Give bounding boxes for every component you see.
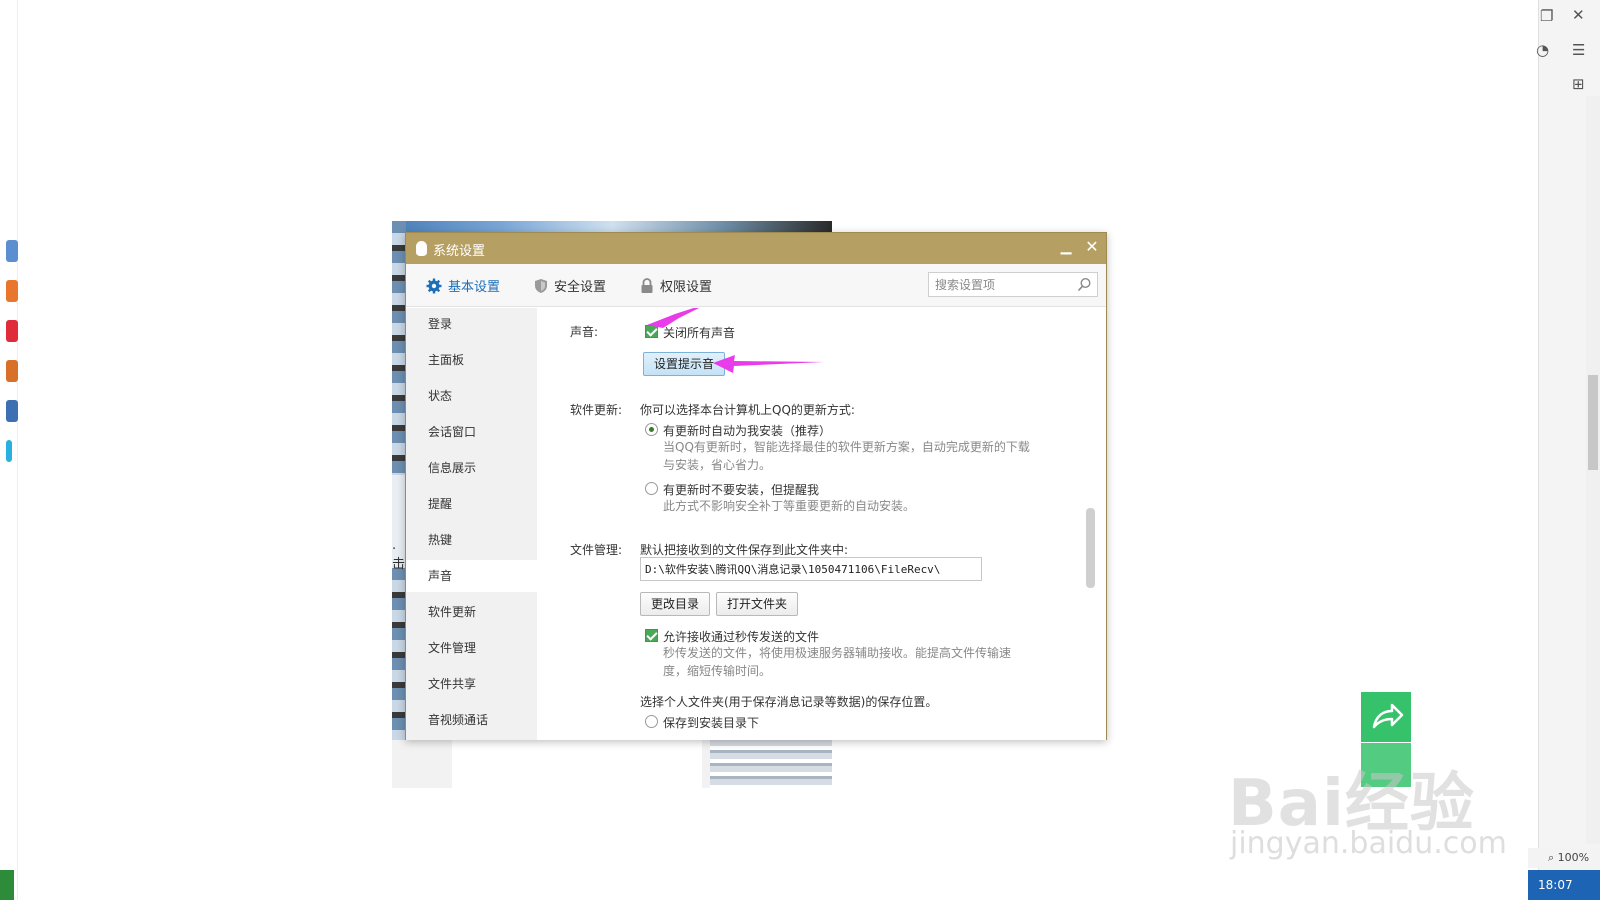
sidebar-item-av-call[interactable]: 音视频通话 [406, 704, 537, 736]
gear-icon [426, 278, 442, 293]
sound-section-label: 声音: [570, 325, 599, 339]
restore-icon[interactable]: ❐ [1540, 8, 1553, 24]
sidebar-item-hotkeys[interactable]: 热键 [406, 524, 537, 556]
open-folder-button[interactable]: 打开文件夹 [716, 592, 799, 616]
app-icon[interactable] [6, 440, 12, 462]
background-desktop-icons [392, 221, 406, 475]
tab-security-settings[interactable]: 安全设置 [534, 276, 606, 295]
settings-sidebar: 登录 主面板 状态 会话窗口 信息展示 提醒 热键 声音 软件更新 文件管理 文… [406, 308, 537, 740]
app-icon[interactable] [6, 280, 18, 302]
set-tone-button[interactable]: 设置提示音 [643, 352, 726, 376]
sidebar-item-file-sharing[interactable]: 文件共享 [406, 668, 537, 700]
content-scrollbar-thumb[interactable] [1086, 508, 1095, 588]
shield-icon [535, 278, 547, 293]
update-intro: 你可以选择本台计算机上QQ的更新方式: [640, 403, 855, 417]
auto-install-desc: 当QQ有更新时，智能选择最佳的软件更新方案，自动完成更新的下载 [663, 440, 1030, 454]
grid-icon[interactable]: ⊞ [1572, 76, 1585, 92]
tab-label: 基本设置 [448, 280, 501, 295]
zoom-indicator[interactable]: ⌕ 100% [1528, 848, 1600, 868]
search-box[interactable] [928, 272, 1098, 297]
receive-folder-path[interactable] [640, 557, 982, 581]
tab-permission-settings[interactable]: 权限设置 [640, 276, 712, 295]
tab-label: 权限设置 [660, 280, 713, 295]
mute-all-checkbox[interactable] [645, 325, 658, 338]
background-mini-dialog [452, 740, 702, 788]
settings-tabs: 基本设置 安全设置 权限设置 [406, 264, 1106, 307]
start-button[interactable] [0, 870, 14, 900]
settings-content: 声音: 关闭所有声音 设置提示音 软件更新: 你可以选择本台计算机上QQ的更新方… [537, 308, 1106, 740]
annotation-arrow [647, 308, 824, 373]
files-intro: 默认把接收到的文件保存到此文件夹中: [640, 543, 849, 557]
auto-install-desc: 与安装，省心省力。 [663, 458, 772, 472]
update-section-label: 软件更新: [570, 403, 623, 417]
remind-only-desc: 此方式不影响安全补丁等重要更新的自动安装。 [663, 499, 916, 513]
app-icon[interactable] [6, 360, 18, 382]
share-icon [1372, 703, 1404, 729]
menu-icon[interactable]: ☰ [1572, 42, 1585, 58]
files-section-label: 文件管理: [570, 543, 623, 557]
sidebar-item-sound[interactable]: 声音 [406, 560, 537, 592]
sidebar-item-reminders[interactable]: 提醒 [406, 488, 537, 520]
zoom-value: 100% [1557, 851, 1590, 864]
app-icon[interactable] [6, 320, 18, 342]
background-blurred-list [710, 740, 832, 788]
share-button[interactable] [1361, 692, 1411, 742]
window-title: 系统设置 [433, 244, 486, 259]
auto-install-label[interactable]: 有更新时自动为我安装（推荐） [663, 422, 831, 439]
page-scrollbar[interactable] [1586, 96, 1600, 844]
settings-dialog: 系统设置 ▁ ✕ 基本设置 安全设置 权限设置 搜索设置项 登录 主面板 状态 … [405, 232, 1107, 740]
background-text: .击 [392, 538, 406, 572]
sidebar-item-file-management[interactable]: 文件管理 [406, 632, 537, 664]
zoom-icon: ⌕ [1548, 851, 1558, 864]
close-icon[interactable]: ✕ [1572, 7, 1585, 23]
app-icon[interactable] [6, 240, 18, 262]
allow-instant-transfer-desc: 度，缩短传输时间。 [663, 664, 772, 678]
save-to-install-dir-label[interactable]: 保存到安装目录下 [663, 714, 759, 731]
background-left-strip [0, 0, 18, 900]
sidebar-item-software-update[interactable]: 软件更新 [406, 596, 537, 628]
save-to-install-dir-radio[interactable] [645, 715, 658, 728]
personal-folder-intro: 选择个人文件夹(用于保存消息记录等数据)的保存位置。 [640, 695, 938, 709]
sidebar-item-main-panel[interactable]: 主面板 [406, 344, 537, 376]
search-input[interactable] [935, 275, 1073, 294]
sidebar-item-login[interactable]: 登录 [406, 308, 537, 340]
lock-icon [641, 277, 653, 293]
background-desktop-icons [392, 568, 406, 743]
mute-all-label[interactable]: 关闭所有声音 [663, 324, 735, 341]
app-icon[interactable] [6, 400, 18, 422]
clock: 18:07 [1538, 878, 1573, 892]
tab-label: 安全设置 [554, 280, 607, 295]
allow-instant-transfer-label[interactable]: 允许接收通过秒传发送的文件 [663, 628, 819, 645]
background-screenshot-bottom [392, 740, 832, 788]
search-icon[interactable] [1077, 277, 1092, 292]
sidebar-item-info-display[interactable]: 信息展示 [406, 452, 537, 484]
change-directory-button[interactable]: 更改目录 [640, 592, 711, 616]
allow-instant-transfer-checkbox[interactable] [645, 629, 658, 642]
allow-instant-transfer-desc: 秒传发送的文件，将使用极速服务器辅助接收。能提高文件传输速 [663, 646, 1012, 660]
remind-only-radio[interactable] [645, 482, 658, 495]
page-scrollbar-thumb[interactable] [1588, 375, 1598, 470]
tab-basic-settings[interactable]: 基本设置 [426, 276, 500, 295]
taskbar-tray: 18:07 [1528, 870, 1600, 900]
remind-only-label[interactable]: 有更新时不要安装，但提醒我 [663, 481, 819, 498]
sidebar-item-chat-window[interactable]: 会话窗口 [406, 416, 537, 448]
baidu-watermark-url: jingyan.baidu.com [1230, 826, 1507, 861]
title-bar[interactable]: 系统设置 ▁ ✕ [406, 233, 1106, 264]
auto-install-radio[interactable] [645, 423, 658, 436]
history-icon[interactable]: ◔ [1536, 42, 1549, 58]
qq-penguin-icon [416, 241, 427, 256]
sidebar-item-status[interactable]: 状态 [406, 380, 537, 412]
minimize-button[interactable]: ▁ [1056, 237, 1076, 257]
close-button[interactable]: ✕ [1082, 237, 1102, 257]
